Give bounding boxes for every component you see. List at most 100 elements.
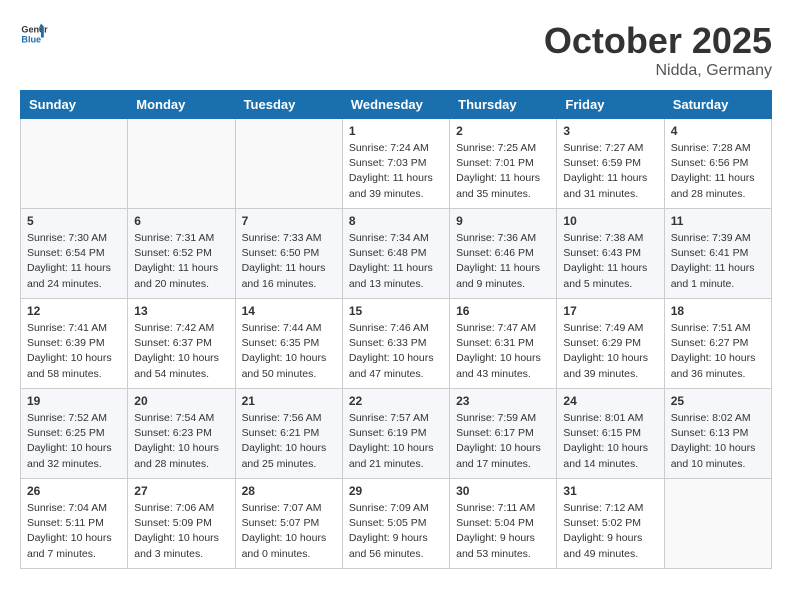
day-info: Sunrise: 7:51 AM Sunset: 6:27 PM Dayligh… bbox=[671, 321, 765, 382]
day-info: Sunrise: 8:01 AM Sunset: 6:15 PM Dayligh… bbox=[563, 411, 657, 472]
calendar-day-cell bbox=[21, 119, 128, 209]
location-title: Nidda, Germany bbox=[544, 62, 772, 80]
day-number: 20 bbox=[134, 394, 228, 408]
day-info: Sunrise: 7:28 AM Sunset: 6:56 PM Dayligh… bbox=[671, 141, 765, 202]
calendar-week-row: 12 Sunrise: 7:41 AM Sunset: 6:39 PM Dayli… bbox=[21, 299, 772, 389]
day-info: Sunrise: 7:47 AM Sunset: 6:31 PM Dayligh… bbox=[456, 321, 550, 382]
calendar-day-cell: 12 Sunrise: 7:41 AM Sunset: 6:39 PM Dayli… bbox=[21, 299, 128, 389]
calendar-day-cell: 1 Sunrise: 7:24 AM Sunset: 7:03 PM Daylig… bbox=[342, 119, 449, 209]
calendar-day-cell: 16 Sunrise: 7:47 AM Sunset: 6:31 PM Dayli… bbox=[450, 299, 557, 389]
day-number: 16 bbox=[456, 304, 550, 318]
title-area: October 2025 Nidda, Germany bbox=[544, 20, 772, 80]
day-info: Sunrise: 7:44 AM Sunset: 6:35 PM Dayligh… bbox=[242, 321, 336, 382]
day-info: Sunrise: 7:34 AM Sunset: 6:48 PM Dayligh… bbox=[349, 231, 443, 292]
svg-text:General: General bbox=[21, 25, 48, 35]
day-info: Sunrise: 7:12 AM Sunset: 5:02 PM Dayligh… bbox=[563, 501, 657, 562]
calendar-day-cell: 5Sunrise: 7:30 AM Sunset: 6:54 PM Daylig… bbox=[21, 209, 128, 299]
day-info: Sunrise: 7:11 AM Sunset: 5:04 PM Dayligh… bbox=[456, 501, 550, 562]
calendar-day-cell: 25 Sunrise: 8:02 AM Sunset: 6:13 PM Dayli… bbox=[664, 389, 771, 479]
calendar-day-cell: 3Sunrise: 7:27 AM Sunset: 6:59 PM Daylig… bbox=[557, 119, 664, 209]
day-number: 31 bbox=[563, 484, 657, 498]
day-info: Sunrise: 7:25 AM Sunset: 7:01 PM Dayligh… bbox=[456, 141, 550, 202]
day-info: Sunrise: 7:54 AM Sunset: 6:23 PM Dayligh… bbox=[134, 411, 228, 472]
calendar-day-cell: 24 Sunrise: 8:01 AM Sunset: 6:15 PM Dayli… bbox=[557, 389, 664, 479]
day-number: 25 bbox=[671, 394, 765, 408]
day-number: 12 bbox=[27, 304, 121, 318]
day-info: Sunrise: 7:24 AM Sunset: 7:03 PM Dayligh… bbox=[349, 141, 443, 202]
day-info: Sunrise: 7:52 AM Sunset: 6:25 PM Dayligh… bbox=[27, 411, 121, 472]
month-title: October 2025 bbox=[544, 20, 772, 62]
calendar-day-cell bbox=[235, 119, 342, 209]
calendar-day-cell: 27 Sunrise: 7:06 AM Sunset: 5:09 PM Dayli… bbox=[128, 479, 235, 569]
day-number: 22 bbox=[349, 394, 443, 408]
svg-text:Blue: Blue bbox=[21, 34, 41, 44]
calendar-week-row: 5Sunrise: 7:30 AM Sunset: 6:54 PM Daylig… bbox=[21, 209, 772, 299]
calendar-day-cell: 8Sunrise: 7:34 AM Sunset: 6:48 PM Daylig… bbox=[342, 209, 449, 299]
calendar-table: SundayMondayTuesdayWednesdayThursdayFrid… bbox=[20, 90, 772, 569]
calendar-day-cell: 26Sunrise: 7:04 AM Sunset: 5:11 PM Dayli… bbox=[21, 479, 128, 569]
day-number: 2 bbox=[456, 124, 550, 138]
calendar-day-cell: 20 Sunrise: 7:54 AM Sunset: 6:23 PM Dayli… bbox=[128, 389, 235, 479]
calendar-day-cell bbox=[128, 119, 235, 209]
day-number: 23 bbox=[456, 394, 550, 408]
calendar-day-cell: 23 Sunrise: 7:59 AM Sunset: 6:17 PM Dayli… bbox=[450, 389, 557, 479]
calendar-day-header: Friday bbox=[557, 91, 664, 119]
calendar-week-row: 1 Sunrise: 7:24 AM Sunset: 7:03 PM Daylig… bbox=[21, 119, 772, 209]
calendar-day-cell: 6Sunrise: 7:31 AM Sunset: 6:52 PM Daylig… bbox=[128, 209, 235, 299]
calendar-week-row: 19 Sunrise: 7:52 AM Sunset: 6:25 PM Dayli… bbox=[21, 389, 772, 479]
calendar-day-cell: 14 Sunrise: 7:44 AM Sunset: 6:35 PM Dayli… bbox=[235, 299, 342, 389]
calendar-day-header: Thursday bbox=[450, 91, 557, 119]
day-number: 27 bbox=[134, 484, 228, 498]
calendar-day-cell: 10 Sunrise: 7:38 AM Sunset: 6:43 PM Dayli… bbox=[557, 209, 664, 299]
day-info: Sunrise: 7:46 AM Sunset: 6:33 PM Dayligh… bbox=[349, 321, 443, 382]
day-info: Sunrise: 7:04 AM Sunset: 5:11 PM Dayligh… bbox=[27, 501, 121, 562]
calendar-header-row: SundayMondayTuesdayWednesdayThursdayFrid… bbox=[21, 91, 772, 119]
day-info: Sunrise: 7:33 AM Sunset: 6:50 PM Dayligh… bbox=[242, 231, 336, 292]
day-info: Sunrise: 7:07 AM Sunset: 5:07 PM Dayligh… bbox=[242, 501, 336, 562]
calendar-day-header: Sunday bbox=[21, 91, 128, 119]
day-info: Sunrise: 7:39 AM Sunset: 6:41 PM Dayligh… bbox=[671, 231, 765, 292]
calendar-day-cell: 13 Sunrise: 7:42 AM Sunset: 6:37 PM Dayli… bbox=[128, 299, 235, 389]
day-info: Sunrise: 8:02 AM Sunset: 6:13 PM Dayligh… bbox=[671, 411, 765, 472]
day-number: 18 bbox=[671, 304, 765, 318]
day-number: 10 bbox=[563, 214, 657, 228]
day-info: Sunrise: 7:59 AM Sunset: 6:17 PM Dayligh… bbox=[456, 411, 550, 472]
day-number: 11 bbox=[671, 214, 765, 228]
calendar-day-cell: 22 Sunrise: 7:57 AM Sunset: 6:19 PM Dayli… bbox=[342, 389, 449, 479]
calendar-day-cell: 18 Sunrise: 7:51 AM Sunset: 6:27 PM Dayli… bbox=[664, 299, 771, 389]
day-number: 15 bbox=[349, 304, 443, 318]
calendar-day-header: Wednesday bbox=[342, 91, 449, 119]
day-number: 24 bbox=[563, 394, 657, 408]
day-info: Sunrise: 7:42 AM Sunset: 6:37 PM Dayligh… bbox=[134, 321, 228, 382]
day-number: 14 bbox=[242, 304, 336, 318]
calendar-day-cell: 15 Sunrise: 7:46 AM Sunset: 6:33 PM Dayli… bbox=[342, 299, 449, 389]
day-number: 5 bbox=[27, 214, 121, 228]
day-info: Sunrise: 7:36 AM Sunset: 6:46 PM Dayligh… bbox=[456, 231, 550, 292]
day-info: Sunrise: 7:41 AM Sunset: 6:39 PM Dayligh… bbox=[27, 321, 121, 382]
calendar-day-cell: 30Sunrise: 7:11 AM Sunset: 5:04 PM Dayli… bbox=[450, 479, 557, 569]
day-info: Sunrise: 7:38 AM Sunset: 6:43 PM Dayligh… bbox=[563, 231, 657, 292]
day-info: Sunrise: 7:57 AM Sunset: 6:19 PM Dayligh… bbox=[349, 411, 443, 472]
day-number: 13 bbox=[134, 304, 228, 318]
calendar-day-cell: 31 Sunrise: 7:12 AM Sunset: 5:02 PM Dayli… bbox=[557, 479, 664, 569]
calendar-day-header: Monday bbox=[128, 91, 235, 119]
calendar-day-cell: 11 Sunrise: 7:39 AM Sunset: 6:41 PM Dayli… bbox=[664, 209, 771, 299]
day-info: Sunrise: 7:27 AM Sunset: 6:59 PM Dayligh… bbox=[563, 141, 657, 202]
calendar-day-cell: 2 Sunrise: 7:25 AM Sunset: 7:01 PM Daylig… bbox=[450, 119, 557, 209]
calendar-day-cell bbox=[664, 479, 771, 569]
day-info: Sunrise: 7:49 AM Sunset: 6:29 PM Dayligh… bbox=[563, 321, 657, 382]
day-number: 1 bbox=[349, 124, 443, 138]
day-number: 4 bbox=[671, 124, 765, 138]
calendar-day-cell: 28 Sunrise: 7:07 AM Sunset: 5:07 PM Dayli… bbox=[235, 479, 342, 569]
day-info: Sunrise: 7:56 AM Sunset: 6:21 PM Dayligh… bbox=[242, 411, 336, 472]
day-number: 28 bbox=[242, 484, 336, 498]
day-number: 7 bbox=[242, 214, 336, 228]
day-number: 19 bbox=[27, 394, 121, 408]
day-info: Sunrise: 7:06 AM Sunset: 5:09 PM Dayligh… bbox=[134, 501, 228, 562]
calendar-day-header: Tuesday bbox=[235, 91, 342, 119]
page-header: General Blue October 2025 Nidda, Germany bbox=[20, 20, 772, 80]
day-number: 21 bbox=[242, 394, 336, 408]
day-number: 9 bbox=[456, 214, 550, 228]
calendar-day-cell: 29Sunrise: 7:09 AM Sunset: 5:05 PM Dayli… bbox=[342, 479, 449, 569]
calendar-day-cell: 19 Sunrise: 7:52 AM Sunset: 6:25 PM Dayli… bbox=[21, 389, 128, 479]
